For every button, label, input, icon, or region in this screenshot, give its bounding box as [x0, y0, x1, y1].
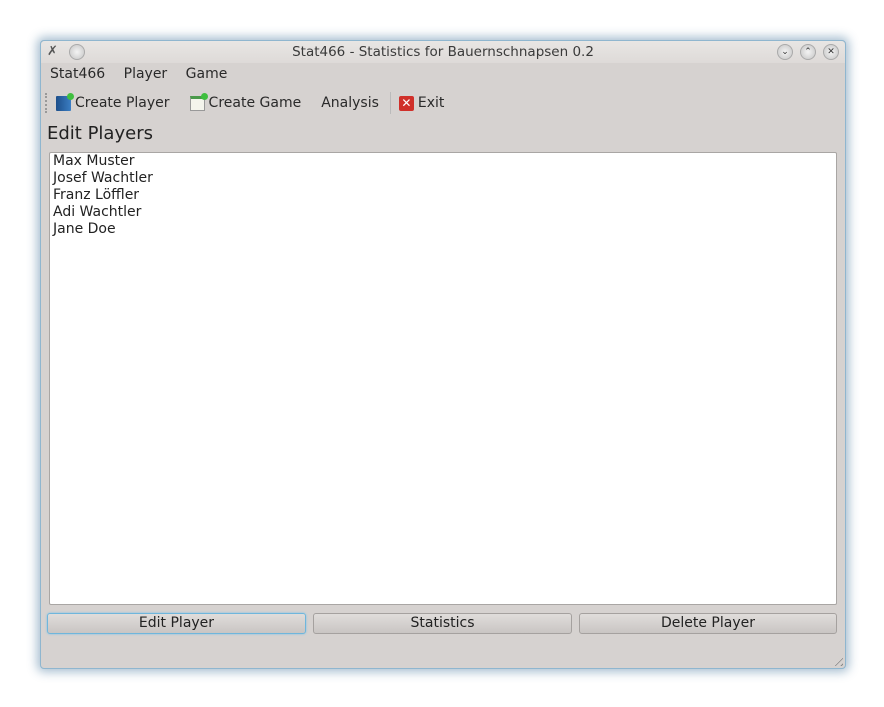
menu-bar: Stat466 Player Game: [50, 66, 241, 82]
exit-button[interactable]: ✕ Exit: [398, 95, 445, 111]
analysis-label: Analysis: [321, 95, 379, 111]
create-game-label: Create Game: [208, 95, 302, 111]
statistics-button[interactable]: Statistics: [313, 613, 572, 634]
toolbar-grip[interactable]: [45, 93, 50, 113]
main-window: ✗ Stat466 - Statistics for Bauernschnaps…: [40, 40, 846, 669]
minimize-button[interactable]: ⌄: [777, 44, 793, 60]
menu-player[interactable]: Player: [124, 66, 168, 82]
toolbar: Create Player Create Game Analysis ✕ Exi…: [45, 91, 464, 115]
close-button[interactable]: ✕: [823, 44, 839, 60]
list-item[interactable]: Franz Löffler: [50, 187, 836, 204]
create-player-button[interactable]: Create Player: [56, 92, 170, 111]
resize-grip[interactable]: [831, 654, 843, 666]
list-item[interactable]: Jane Doe: [50, 221, 836, 238]
exit-icon: ✕: [398, 95, 414, 111]
player-list[interactable]: Max Muster Josef Wachtler Franz Löffler …: [49, 152, 837, 605]
create-game-button[interactable]: Create Game: [189, 92, 302, 111]
list-item[interactable]: Adi Wachtler: [50, 204, 836, 221]
toolbar-separator: [389, 92, 391, 114]
title-bar[interactable]: ✗ Stat466 - Statistics for Bauernschnaps…: [41, 41, 845, 63]
delete-player-button[interactable]: Delete Player: [579, 613, 837, 634]
window-title: Stat466 - Statistics for Bauernschnapsen…: [292, 44, 594, 60]
book-add-icon: [56, 92, 74, 111]
list-item[interactable]: Josef Wachtler: [50, 170, 836, 187]
create-player-label: Create Player: [75, 95, 170, 111]
exit-label: Exit: [417, 95, 445, 111]
edit-player-button[interactable]: Edit Player: [47, 613, 306, 634]
page-title: Edit Players: [47, 123, 153, 144]
list-item[interactable]: Max Muster: [50, 153, 836, 170]
menu-stat466[interactable]: Stat466: [50, 66, 105, 82]
menu-game[interactable]: Game: [186, 66, 228, 82]
analysis-button[interactable]: Analysis: [321, 95, 379, 111]
maximize-button[interactable]: ⌃: [800, 44, 816, 60]
calendar-add-icon: [189, 92, 208, 111]
